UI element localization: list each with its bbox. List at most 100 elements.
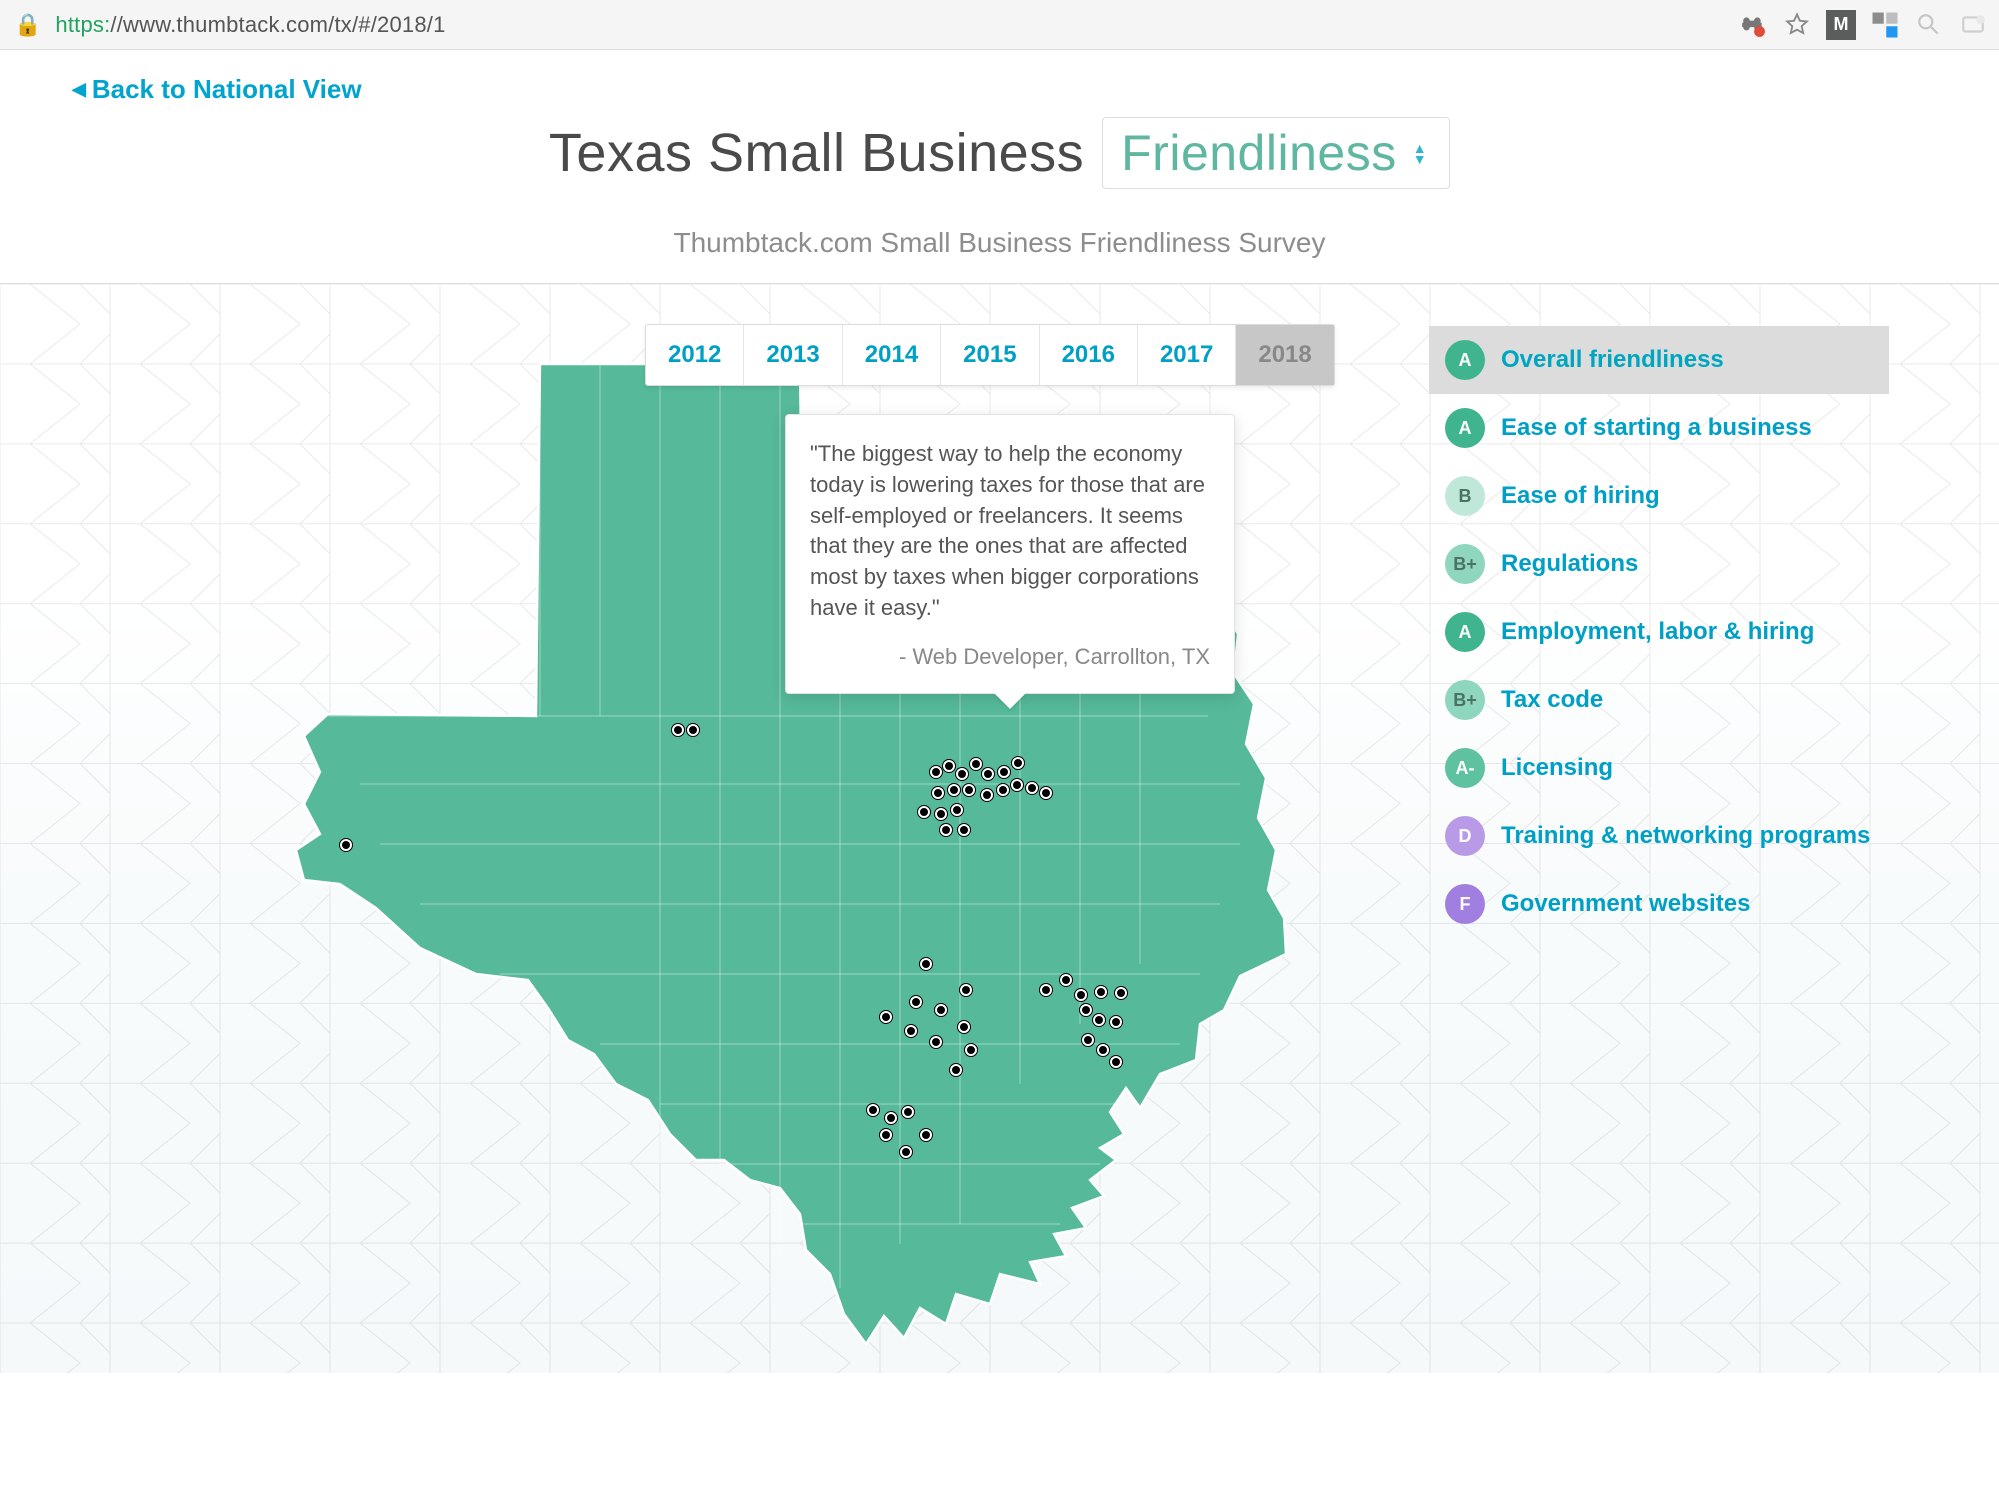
metric-selector-value: Friendliness [1121, 124, 1397, 182]
extension-icon[interactable] [1955, 7, 1991, 43]
data-point[interactable] [1026, 782, 1038, 794]
grade-label: Overall friendliness [1501, 346, 1724, 374]
data-point[interactable] [932, 787, 944, 799]
data-point[interactable] [1115, 987, 1127, 999]
data-point[interactable] [948, 784, 960, 796]
data-point[interactable] [960, 984, 972, 996]
data-point[interactable] [880, 1129, 892, 1141]
year-tab-2017[interactable]: 2017 [1138, 325, 1236, 385]
grade-row-ease-of-starting-a-business[interactable]: A Ease of starting a business [1429, 394, 1889, 462]
data-point[interactable] [958, 1021, 970, 1033]
year-tab-2018[interactable]: 2018 [1236, 325, 1333, 385]
data-point[interactable] [672, 724, 684, 736]
grade-row-licensing[interactable]: A- Licensing [1429, 734, 1889, 802]
data-point[interactable] [1093, 1014, 1105, 1026]
browser-address-bar: 🔒 https://www.thumbtack.com/tx/#/2018/1 … [0, 0, 1999, 50]
data-point[interactable] [867, 1104, 879, 1116]
data-point[interactable] [920, 1129, 932, 1141]
grade-pill: A [1445, 408, 1485, 448]
title-prefix: Texas Small Business [549, 122, 1084, 184]
extension-icon[interactable]: M [1823, 7, 1859, 43]
grade-label: Government websites [1501, 890, 1750, 918]
data-point[interactable] [1080, 1004, 1092, 1016]
data-point[interactable] [902, 1106, 914, 1118]
data-point[interactable] [970, 758, 982, 770]
data-point[interactable] [1011, 779, 1023, 791]
url-display[interactable]: https://www.thumbtack.com/tx/#/2018/1 [55, 12, 445, 38]
data-point[interactable] [965, 1044, 977, 1056]
data-point[interactable] [1012, 757, 1024, 769]
map-viewport[interactable]: "The biggest way to help the economy tod… [0, 283, 1999, 1373]
grade-pill: F [1445, 884, 1485, 924]
data-point[interactable] [963, 784, 975, 796]
data-point[interactable] [1075, 989, 1087, 1001]
data-point[interactable] [982, 768, 994, 780]
grade-pill: B+ [1445, 544, 1485, 584]
grade-pill: B+ [1445, 680, 1485, 720]
data-point[interactable] [1095, 986, 1107, 998]
grade-row-government-websites[interactable]: F Government websites [1429, 870, 1889, 938]
extension-icon[interactable] [1867, 7, 1903, 43]
data-point[interactable] [956, 768, 968, 780]
data-point[interactable] [900, 1146, 912, 1158]
year-tab-2013[interactable]: 2013 [744, 325, 842, 385]
extension-icon[interactable] [1911, 7, 1947, 43]
page-header: ◀ Back to National View Texas Small Busi… [0, 50, 1999, 283]
data-point[interactable] [950, 1064, 962, 1076]
data-point[interactable] [935, 808, 947, 820]
data-point[interactable] [920, 958, 932, 970]
data-point[interactable] [687, 724, 699, 736]
grade-label: Employment, labor & hiring [1501, 618, 1814, 646]
year-tab-2012[interactable]: 2012 [646, 325, 744, 385]
data-point[interactable] [935, 1004, 947, 1016]
data-point[interactable] [885, 1112, 897, 1124]
grade-pill: B [1445, 476, 1485, 516]
quote-attribution: - Web Developer, Carrollton, TX [810, 642, 1210, 673]
grade-row-employment-labor-hiring[interactable]: AEmployment, labor & hiring [1429, 598, 1889, 666]
data-point[interactable] [1040, 984, 1052, 996]
grade-label: Ease of starting a business [1501, 414, 1812, 442]
data-point[interactable] [981, 789, 993, 801]
data-point[interactable] [943, 760, 955, 772]
data-point[interactable] [930, 1036, 942, 1048]
year-tab-2014[interactable]: 2014 [843, 325, 941, 385]
data-point[interactable] [998, 766, 1010, 778]
data-point[interactable] [951, 804, 963, 816]
extension-icon[interactable] [1735, 7, 1771, 43]
grade-pill: A- [1445, 748, 1485, 788]
data-point[interactable] [905, 1025, 917, 1037]
grade-row-regulations[interactable]: B+ Regulations [1429, 530, 1889, 598]
quote-tooltip: "The biggest way to help the economy tod… [785, 414, 1235, 694]
grade-list: AOverall friendliness A Ease of starting a… [1429, 326, 1889, 938]
data-point[interactable] [880, 1011, 892, 1023]
data-point[interactable] [1097, 1044, 1109, 1056]
grade-label: Regulations [1501, 550, 1638, 578]
data-point[interactable] [1110, 1016, 1122, 1028]
grade-label: Ease of hiring [1501, 482, 1660, 510]
data-point[interactable] [940, 824, 952, 836]
grade-row-tax-code[interactable]: B+Tax code [1429, 666, 1889, 734]
data-point[interactable] [930, 766, 942, 778]
data-point[interactable] [1040, 787, 1052, 799]
metric-selector[interactable]: Friendliness ▲▼ [1102, 117, 1450, 189]
grade-pill: D [1445, 816, 1485, 856]
data-point[interactable] [997, 784, 1009, 796]
data-point[interactable] [1110, 1056, 1122, 1068]
page-subtitle: Thumbtack.com Small Business Friendlines… [72, 227, 1927, 259]
year-tab-2015[interactable]: 2015 [941, 325, 1039, 385]
data-point[interactable] [340, 839, 352, 851]
year-tab-2016[interactable]: 2016 [1040, 325, 1138, 385]
data-point[interactable] [1082, 1034, 1094, 1046]
grade-row-ease-of-hiring[interactable]: B Ease of hiring [1429, 462, 1889, 530]
star-icon[interactable] [1779, 7, 1815, 43]
data-point[interactable] [1060, 974, 1072, 986]
grade-label: Training & networking programs [1501, 822, 1870, 850]
data-point[interactable] [910, 996, 922, 1008]
data-point[interactable] [918, 806, 930, 818]
grade-label: Licensing [1501, 754, 1613, 782]
back-link[interactable]: ◀ Back to National View [72, 74, 362, 105]
url-path: //www.thumbtack.com/tx/#/2018/1 [110, 12, 445, 37]
data-point[interactable] [958, 824, 970, 836]
grade-row-training-networking-programs[interactable]: D Training & networking programs [1429, 802, 1889, 870]
grade-row-overall-friendliness[interactable]: AOverall friendliness [1429, 326, 1889, 394]
